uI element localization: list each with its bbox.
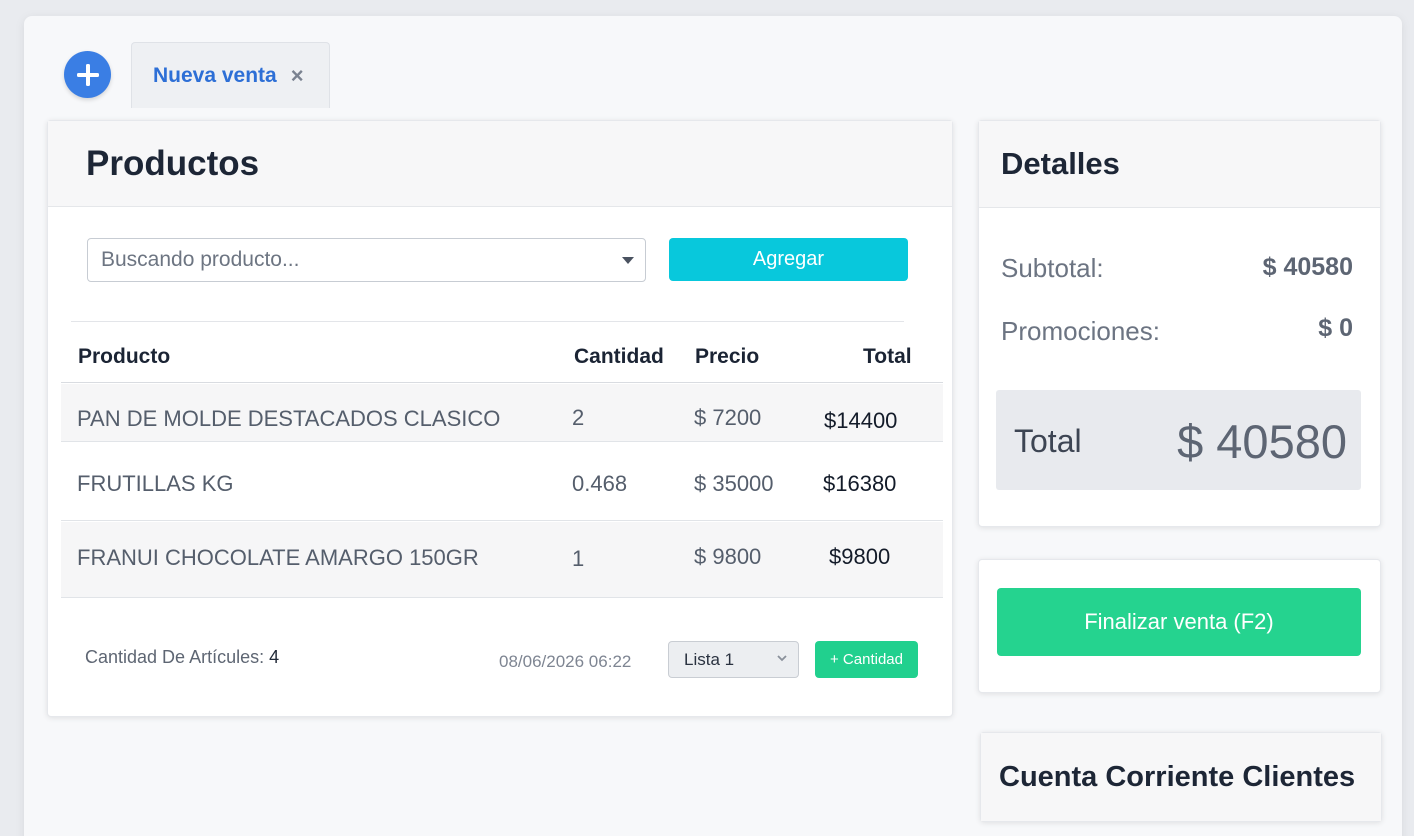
details-title: Detalles (1001, 146, 1120, 181)
cell-product: PAN DE MOLDE DESTACADOS CLASICO (77, 406, 501, 431)
cell-quantity: 1 (572, 546, 585, 571)
table-row[interactable]: FRUTILLAS KG 0.468 $ 35000 $16380 (61, 443, 943, 521)
items-count-label: Cantidad De Artícules: (85, 647, 265, 667)
total-box: Total $ 40580 (996, 390, 1361, 490)
column-header-producto: Producto (78, 345, 171, 368)
customer-accounts-header[interactable]: Cuenta Corriente Clientes (981, 733, 1381, 821)
product-search-select[interactable]: Buscando producto... (87, 238, 646, 282)
items-count: Cantidad De Artícules: 4 (85, 647, 279, 668)
app-window: Nueva venta × Productos Buscando product… (24, 16, 1402, 836)
total-label: Total (1014, 423, 1082, 459)
promotions-value: $ 0 (1318, 314, 1353, 342)
add-product-button[interactable]: Agregar (669, 238, 908, 281)
table-row[interactable]: PAN DE MOLDE DESTACADOS CLASICO 2 $ 7200… (61, 384, 943, 442)
column-header-cantidad: Cantidad (574, 345, 664, 368)
customer-accounts-title: Cuenta Corriente Clientes (999, 760, 1356, 793)
column-header-total: Total (863, 345, 912, 368)
total-value: $ 40580 (1177, 415, 1347, 468)
cell-price: $ 35000 (694, 471, 774, 496)
column-header-precio: Precio (695, 345, 760, 368)
tab-label: Nueva venta (153, 63, 277, 87)
cell-quantity: 0.468 (572, 471, 628, 496)
details-header: Detalles (979, 121, 1380, 208)
cell-total: $9800 (829, 544, 891, 569)
tab-nueva-venta[interactable]: Nueva venta × (131, 42, 330, 108)
cell-product: FRANUI CHOCOLATE AMARGO 150GR (77, 545, 479, 570)
cell-total: $16380 (823, 471, 897, 496)
details-card: Detalles Subtotal: $ 40580 Promociones: … (978, 120, 1381, 527)
promotions-label: Promociones: (1001, 316, 1160, 346)
table-header: Producto Cantidad Precio Total (61, 331, 943, 383)
cell-total: $14400 (824, 408, 898, 433)
new-tab-button[interactable] (64, 51, 111, 98)
close-icon[interactable]: × (291, 64, 304, 87)
finalize-card: Finalizar venta (F2) (978, 559, 1381, 693)
price-list-select[interactable]: Lista 1 (668, 641, 799, 678)
caret-down-icon (622, 257, 634, 264)
products-title: Productos (86, 143, 260, 183)
cell-quantity: 2 (572, 405, 585, 430)
cell-product: FRUTILLAS KG (77, 471, 234, 496)
customer-accounts-card: Cuenta Corriente Clientes (980, 732, 1382, 822)
subtotal-value: $ 40580 (1262, 253, 1353, 281)
subtotal-label: Subtotal: (1001, 253, 1104, 283)
products-header: Productos (48, 121, 952, 207)
divider (71, 321, 904, 322)
products-card: Productos Buscando producto... Agregar P… (47, 120, 953, 717)
sale-datetime: 08/06/2026 06:22 (499, 652, 632, 671)
finalize-sale-button[interactable]: Finalizar venta (F2) (997, 588, 1361, 656)
chevron-down-icon (777, 655, 787, 662)
items-count-value: 4 (269, 647, 280, 667)
add-quantity-button[interactable]: + Cantidad (815, 641, 918, 678)
cell-price: $ 7200 (694, 405, 762, 430)
plus-icon (76, 63, 99, 86)
price-list-value: Lista 1 (684, 649, 735, 669)
table-row[interactable]: FRANUI CHOCOLATE AMARGO 150GR 1 $ 9800 $… (61, 522, 943, 598)
search-placeholder: Buscando producto... (101, 248, 300, 271)
cell-price: $ 9800 (694, 544, 762, 569)
